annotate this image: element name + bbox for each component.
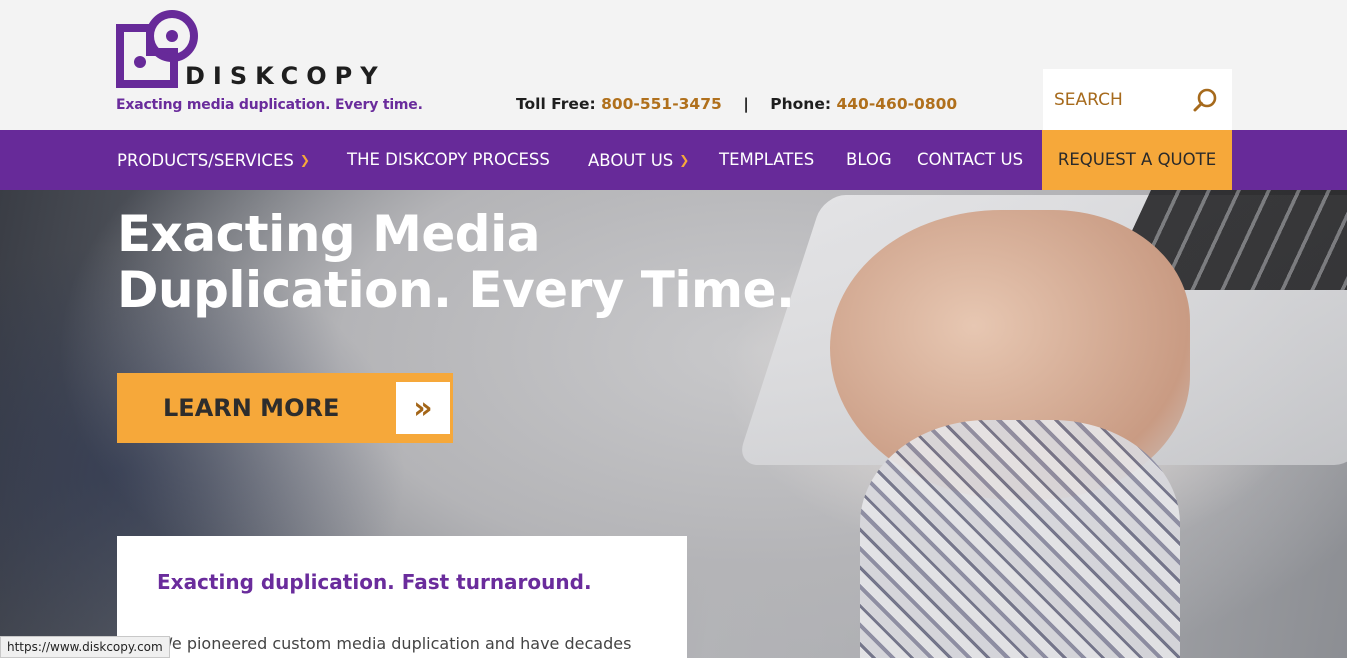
nav-item-label: BLOG (846, 150, 892, 169)
request-quote-button[interactable]: REQUEST A QUOTE (1042, 130, 1232, 190)
nav-item-products-services[interactable]: PRODUCTS/SERVICES ❯ (117, 130, 310, 190)
hero-section: Exacting Media Duplication. Every Time. … (0, 190, 1347, 658)
intro-card-text: We pioneered custom media duplication an… (157, 634, 632, 653)
search-box (1043, 69, 1232, 130)
toll-free-number-link[interactable]: 800-551-3475 (601, 95, 722, 113)
nav-item-label: PRODUCTS/SERVICES (117, 151, 294, 170)
contact-separator: | (743, 95, 749, 113)
chevron-down-icon: ❯ (679, 153, 690, 167)
browser-status-url: https://www.diskcopy.com (0, 636, 170, 658)
nav-item-label: TEMPLATES (719, 150, 815, 169)
diskcopy-logo[interactable]: DISKCOPY Exacting media duplication. Eve… (116, 8, 436, 118)
toll-free-label: Toll Free: (516, 95, 596, 113)
learn-more-label: LEARN MORE (163, 394, 340, 422)
nav-item-label: THE DISKCOPY PROCESS (347, 150, 550, 169)
intro-card: Exacting duplication. Fast turnaround. W… (117, 536, 687, 658)
phone-number-link[interactable]: 440-460-0800 (836, 95, 957, 113)
nav-item-about-us[interactable]: ABOUT US ❯ (588, 130, 689, 190)
hero-heading: Exacting Media Duplication. Every Time. (117, 206, 795, 318)
logo-tagline: Exacting media duplication. Every time. (116, 97, 423, 113)
hero-sleeve-image (860, 420, 1180, 658)
nav-item-blog[interactable]: BLOG (846, 130, 892, 190)
logo-wordmark: DISKCOPY (185, 62, 386, 90)
search-icon[interactable] (1192, 87, 1218, 113)
double-chevron-right-icon: » (394, 380, 452, 436)
nav-item-templates[interactable]: TEMPLATES (719, 130, 814, 190)
nav-item-label: CONTACT US (917, 150, 1024, 169)
nav-item-label: ABOUT US (588, 151, 674, 170)
main-nav: PRODUCTS/SERVICES ❯ THE DISKCOPY PROCESS … (0, 130, 1347, 190)
nav-item-diskcopy-process[interactable]: THE DISKCOPY PROCESS (347, 130, 550, 190)
site-header: DISKCOPY Exacting media duplication. Eve… (0, 0, 1347, 130)
nav-item-contact-us[interactable]: CONTACT US (917, 130, 1023, 190)
hero-heading-line1: Exacting Media (117, 205, 540, 263)
hero-heading-line2: Duplication. Every Time. (117, 261, 795, 319)
learn-more-button[interactable]: LEARN MORE » (117, 373, 453, 443)
chevron-down-icon: ❯ (299, 153, 310, 167)
phone-label: Phone: (770, 95, 832, 113)
intro-card-title: Exacting duplication. Fast turnaround. (157, 570, 592, 594)
contact-info: Toll Free: 800-551-3475 | Phone: 440-460… (516, 95, 957, 113)
search-input[interactable] (1054, 89, 1189, 110)
